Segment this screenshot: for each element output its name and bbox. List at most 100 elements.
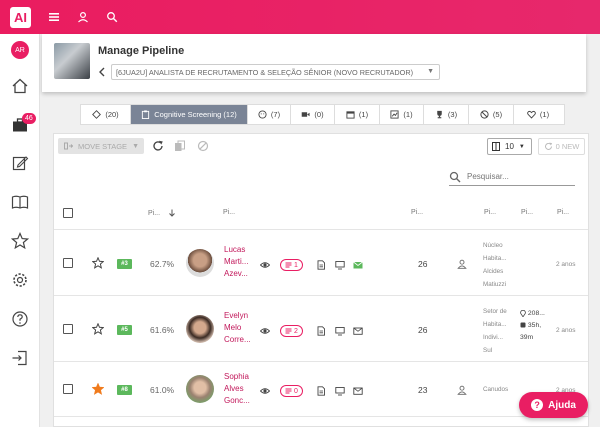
email-icon[interactable] <box>353 326 363 336</box>
document-icon[interactable] <box>316 386 326 396</box>
page-title: Manage Pipeline <box>98 45 185 57</box>
move-stage-button[interactable]: MOVE STAGE ▼ <box>58 138 144 154</box>
monitor-icon[interactable] <box>335 386 345 396</box>
book-icon[interactable] <box>11 193 29 211</box>
question-icon: ? <box>531 399 544 411</box>
logout-icon[interactable] <box>11 349 29 367</box>
candidates-panel: MOVE STAGE ▼ 10 ▼ 0 NEW Pi... Pi... Pi..… <box>53 133 589 427</box>
tab-stage-video[interactable]: (0) <box>291 105 335 124</box>
candidate-name[interactable]: Sophia Alves Gonc... <box>224 371 254 407</box>
home-icon[interactable] <box>11 77 29 95</box>
edit-icon[interactable] <box>11 154 29 172</box>
candidate-photo[interactable] <box>186 249 214 277</box>
refresh-icon <box>544 142 552 150</box>
select-all-checkbox[interactable] <box>63 208 73 218</box>
column-header-fit[interactable]: Pi... <box>148 209 176 217</box>
eye-icon[interactable] <box>260 260 270 270</box>
candidate-photo[interactable] <box>186 315 214 343</box>
arrow-down-icon <box>169 209 175 217</box>
star-icon[interactable] <box>11 232 29 250</box>
refresh-icon[interactable] <box>152 140 164 152</box>
email-sent-icon[interactable] <box>353 260 363 270</box>
star-filled-icon[interactable] <box>92 383 104 395</box>
face-icon <box>258 110 267 119</box>
table-row[interactable]: #8 61.0% Sophia Alves Gonc... 0 23 Canudos… <box>54 362 588 417</box>
copy-icon[interactable] <box>174 140 186 152</box>
monitor-icon[interactable] <box>335 326 345 336</box>
chevron-down-icon: ▼ <box>518 143 525 150</box>
search-icon <box>449 171 461 182</box>
person-icon <box>457 259 467 269</box>
tab-stage-applied[interactable]: (20) <box>81 105 131 124</box>
monitor-icon[interactable] <box>335 260 345 270</box>
back-chevron-icon[interactable] <box>98 66 106 80</box>
map-pin-icon <box>520 309 526 318</box>
rank-badge: #5 <box>117 325 132 335</box>
candidate-location: Setor de Habita... Indivi... Sul <box>483 308 507 354</box>
app-logo[interactable]: AI <box>10 6 31 28</box>
clipboard-icon <box>142 110 150 119</box>
video-icon <box>302 112 310 117</box>
menu-icon[interactable] <box>48 11 60 23</box>
comments-button[interactable]: 2 <box>280 325 303 337</box>
candidate-experience: 2 anos <box>556 261 576 268</box>
fit-percentage: 61.6% <box>150 325 175 335</box>
calendar-icon <box>346 111 355 119</box>
tab-stage-rejected[interactable]: (5) <box>469 105 514 124</box>
comment-lines-icon <box>285 262 292 268</box>
candidate-score: 26 <box>418 325 428 335</box>
tab-stage-scheduled[interactable]: (1) <box>335 105 380 124</box>
heart-icon <box>527 110 536 119</box>
help-icon[interactable] <box>11 310 29 328</box>
help-button[interactable]: ? Ajuda <box>519 392 588 418</box>
comments-button[interactable]: 1 <box>280 259 303 271</box>
column-header-travel[interactable]: Pi... <box>521 209 533 216</box>
table-header: Pi... Pi... Pi... Pi... Pi... Pi... <box>54 196 588 230</box>
rank-badge: #3 <box>117 259 132 269</box>
sidebar: AR 46 <box>0 34 40 427</box>
star-outline-icon[interactable] <box>92 257 104 269</box>
comment-lines-icon <box>285 388 292 394</box>
eye-icon[interactable] <box>260 386 270 396</box>
user-icon[interactable] <box>77 11 89 23</box>
fit-percentage: 61.0% <box>150 385 175 395</box>
email-icon[interactable] <box>353 386 363 396</box>
person-icon <box>457 385 467 395</box>
table-row[interactable]: #3 62.7% Lucas Marti... Azev... 1 26 Núcle… <box>54 230 588 296</box>
per-page-select[interactable]: 10 ▼ <box>487 138 532 155</box>
search-box <box>449 168 575 186</box>
candidate-name[interactable]: Evelyn Melo Corre... <box>224 310 254 346</box>
gear-icon[interactable] <box>11 271 29 289</box>
comments-button[interactable]: 0 <box>280 385 303 397</box>
row-checkbox[interactable] <box>63 384 73 394</box>
tab-stage-hired[interactable]: (1) <box>514 105 562 124</box>
search-icon[interactable] <box>106 11 118 23</box>
avatar[interactable]: AR <box>11 41 29 59</box>
stage-tabs: (20) Cognitive Screening (12) (7) (0) (1… <box>80 104 565 125</box>
candidate-photo[interactable] <box>186 375 214 403</box>
document-icon[interactable] <box>316 326 326 336</box>
column-header-score[interactable]: Pi... <box>411 209 423 216</box>
column-header-location[interactable]: Pi... <box>484 209 496 216</box>
column-header-name[interactable]: Pi... <box>223 209 235 216</box>
table-row[interactable]: #5 61.6% Evelyn Melo Corre... 2 26 Setor d… <box>54 296 588 362</box>
trophy-icon <box>437 110 442 119</box>
candidate-score: 26 <box>418 259 428 269</box>
document-icon[interactable] <box>316 260 326 270</box>
column-header-experience[interactable]: Pi... <box>557 209 569 216</box>
eye-icon[interactable] <box>260 326 270 336</box>
new-candidates-button[interactable]: 0 NEW <box>538 138 585 155</box>
row-checkbox[interactable] <box>63 324 73 334</box>
search-input[interactable] <box>467 172 567 181</box>
job-select[interactable]: [6JUA2U] ANALISTA DE RECRUTAMENTO & SELE… <box>111 64 440 80</box>
tab-stage-approved[interactable]: (3) <box>424 105 469 124</box>
tab-stage-interview[interactable]: (7) <box>248 105 291 124</box>
disable-icon[interactable] <box>197 140 209 152</box>
star-outline-icon[interactable] <box>92 323 104 335</box>
row-checkbox[interactable] <box>63 258 73 268</box>
tab-stage-cognitive-screening[interactable]: Cognitive Screening (12) <box>131 105 248 124</box>
candidate-travel: 208... 35h, 39m <box>520 309 545 341</box>
job-select-value: [6JUA2U] ANALISTA DE RECRUTAMENTO & SELE… <box>116 68 414 77</box>
tab-stage-assessment[interactable]: (1) <box>380 105 424 124</box>
candidate-name[interactable]: Lucas Marti... Azev... <box>224 244 254 280</box>
